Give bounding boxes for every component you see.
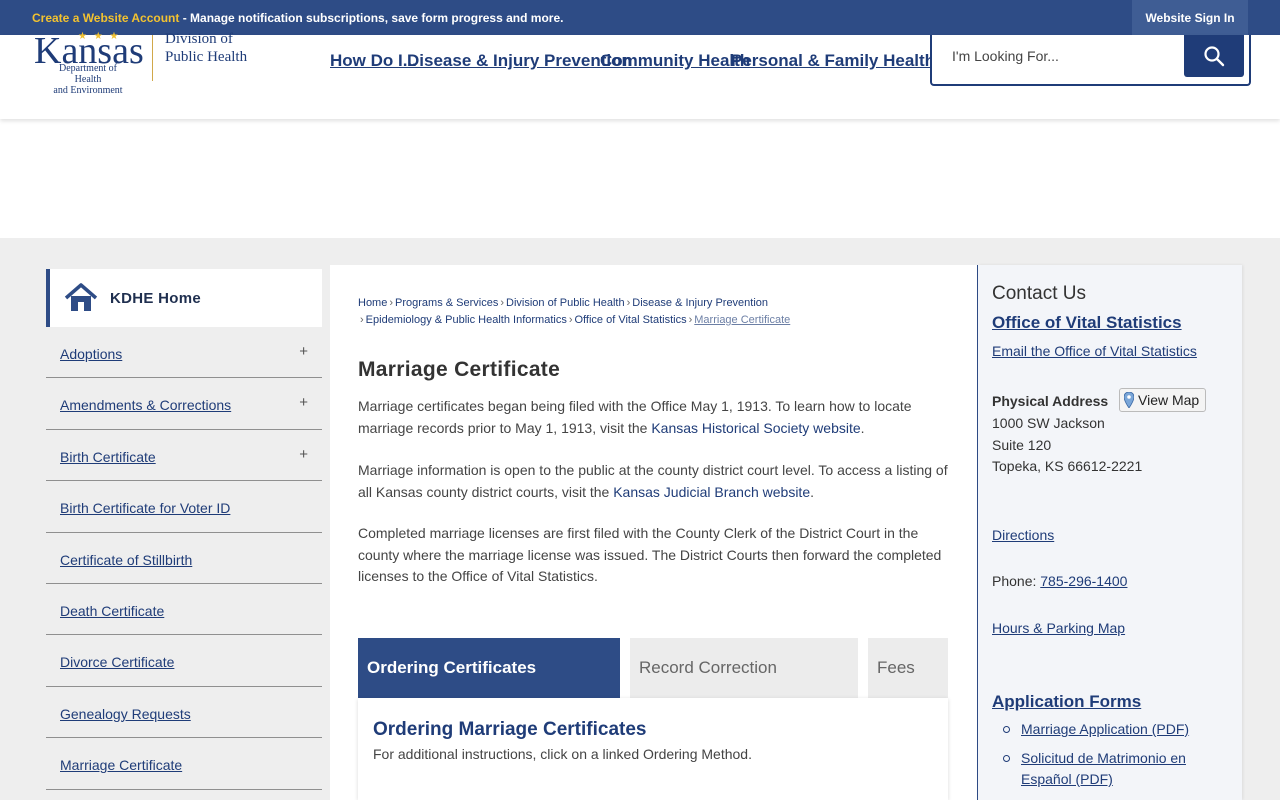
contact-heading: Contact Us xyxy=(992,283,1086,304)
breadcrumb-current[interactable]: Marriage Certificate xyxy=(694,314,790,326)
breadcrumb-home[interactable]: Home xyxy=(358,297,387,309)
sidebar-item-stillbirth[interactable]: Certificate of Stillbirth xyxy=(46,533,322,584)
breadcrumb-vital-stats[interactable]: Office of Vital Statistics xyxy=(575,314,687,326)
logo-department: Department of Health and Environment xyxy=(46,63,130,96)
breadcrumb-separator: › xyxy=(568,314,573,326)
breadcrumb-programs[interactable]: Programs & Services xyxy=(395,297,498,309)
sidebar-home-link[interactable]: KDHE Home xyxy=(46,269,322,327)
nav-disease-injury-prevention[interactable]: Disease & Injury Prevention xyxy=(407,51,632,71)
sidebar-item-label[interactable]: Divorce Certificate xyxy=(60,654,174,670)
solicitud-matrimonio-link[interactable]: Solicitud de Matrimonio en Español (PDF) xyxy=(1021,750,1186,788)
hours-parking-link[interactable]: Hours & Parking Map xyxy=(992,620,1125,636)
breadcrumb-division[interactable]: Division of Public Health xyxy=(506,297,625,309)
panel-text: For additional instructions, click on a … xyxy=(373,746,752,762)
sidebar-item-label[interactable]: Birth Certificate for Voter ID xyxy=(60,500,230,516)
breadcrumb-separator: › xyxy=(626,297,631,309)
breadcrumb-disease[interactable]: Disease & Injury Prevention xyxy=(632,297,768,309)
sidebar-item-label[interactable]: Death Certificate xyxy=(60,603,164,619)
sidebar-item-birth-certificate-voter-id[interactable]: Birth Certificate for Voter ID xyxy=(46,481,322,533)
address-label: Physical Address xyxy=(992,393,1109,409)
phone-row: Phone: 785-296-1400 xyxy=(992,573,1127,589)
paragraph-end: . xyxy=(810,483,814,500)
logo-division: Division of Public Health xyxy=(165,30,247,66)
logo-dept-line2: and Environment xyxy=(53,85,123,96)
sidebar-item-divorce-certificate[interactable]: Divorce Certificate xyxy=(46,635,322,687)
list-item: Marriage Application (PDF) xyxy=(992,719,1232,741)
breadcrumb-separator: › xyxy=(360,314,364,326)
view-map-button[interactable]: View Map xyxy=(1119,388,1206,412)
nav-personal-family-health[interactable]: Personal & Family Health xyxy=(731,51,935,71)
logo-divider xyxy=(152,35,153,81)
tab-fees[interactable]: Fees xyxy=(868,638,948,698)
expand-icon[interactable]: + xyxy=(299,343,308,360)
breadcrumb: Home › Programs & Services › Division of Pub… xyxy=(358,295,828,329)
address-line3: Topeka, KS 66612-2221 xyxy=(992,458,1143,474)
paragraph-licenses: Completed marriage licenses are first fi… xyxy=(358,525,942,584)
nav-community-health[interactable]: Community Health xyxy=(600,51,750,71)
sidebar-item-label[interactable]: Genealogy Requests xyxy=(60,706,191,722)
page-title: Marriage Certificate xyxy=(358,358,561,381)
logo-dept-line1: Department of Health xyxy=(58,63,118,85)
phone-label: Phone: xyxy=(992,573,1041,589)
sidebar-home-label: KDHE Home xyxy=(110,289,202,307)
office-link[interactable]: Office of Vital Statistics xyxy=(992,313,1182,333)
map-pin-icon xyxy=(1124,392,1134,408)
sidebar-item-label[interactable]: Adoptions xyxy=(60,346,122,362)
view-map-label: View Map xyxy=(1138,392,1200,408)
home-icon xyxy=(64,283,98,311)
sidebar-item-amendments[interactable]: Amendments & Corrections + xyxy=(46,378,322,430)
sidebar-item-birth-certificate[interactable]: Birth Certificate + xyxy=(46,430,322,482)
main-content: Home › Programs & Services › Division of Pub… xyxy=(330,265,978,800)
breadcrumb-separator: › xyxy=(389,297,394,309)
sidebar-item-label[interactable]: Birth Certificate xyxy=(60,449,156,465)
paragraph-end: . xyxy=(860,419,865,436)
sidebar-item-label[interactable]: Certificate of Stillbirth xyxy=(60,552,192,568)
site-header: ★ ★ ★ Kansas Department of Health and En… xyxy=(0,31,1280,119)
logo-division-line2: Public Health xyxy=(165,49,248,65)
phone-link[interactable]: 785-296-1400 xyxy=(1040,573,1127,589)
breadcrumb-separator: › xyxy=(688,314,693,326)
search-icon xyxy=(1204,46,1225,67)
address-line2: Suite 120 xyxy=(992,437,1052,453)
nav-how-do-i[interactable]: How Do I... xyxy=(330,51,417,71)
expand-icon[interactable]: + xyxy=(299,394,308,411)
list-item: Solicitud de Matrimonio en Español (PDF) xyxy=(992,748,1232,791)
directions-link[interactable]: Directions xyxy=(992,527,1054,543)
paragraph-courts: Marriage information is open to the publ… xyxy=(358,460,950,503)
sidebar-item-death-certificate[interactable]: Death Certificate xyxy=(46,584,322,636)
search-button[interactable] xyxy=(1184,35,1244,77)
tab-panel: Ordering Marriage Certificates For addit… xyxy=(358,698,948,800)
search-input[interactable] xyxy=(952,45,1172,67)
sidebar-item-label[interactable]: Amendments & Corrections xyxy=(60,397,231,413)
kdhe-logo[interactable]: ★ ★ ★ Kansas Department of Health and En… xyxy=(34,31,264,96)
paragraph-history: Marriage certificates began being filed … xyxy=(358,396,950,439)
sign-in-button[interactable]: Website Sign In xyxy=(1132,0,1248,35)
marriage-application-link[interactable]: Marriage Application (PDF) xyxy=(1021,721,1189,737)
account-banner-message: - Manage notification subscriptions, sav… xyxy=(179,11,564,25)
breadcrumb-separator: › xyxy=(500,297,504,309)
email-link[interactable]: Email the Office of Vital Statistics xyxy=(992,343,1197,359)
expand-icon[interactable]: + xyxy=(299,446,308,463)
application-forms-heading[interactable]: Application Forms xyxy=(992,692,1141,712)
panel-title: Ordering Marriage Certificates xyxy=(373,719,647,740)
sidebar-nav: KDHE Home Adoptions + Amendments & Corre… xyxy=(46,269,322,790)
judicial-branch-link[interactable]: Kansas Judicial Branch website xyxy=(613,484,810,500)
logo-division-line1: Division of xyxy=(165,31,233,47)
application-forms-list: Marriage Application (PDF) Solicitud de … xyxy=(992,719,1232,798)
contact-sidebar: Contact Us Office of Vital Statistics Em… xyxy=(978,265,1242,800)
sidebar-item-genealogy[interactable]: Genealogy Requests xyxy=(46,687,322,739)
sidebar-item-label[interactable]: Marriage Certificate xyxy=(60,757,182,773)
sidebar-item-adoptions[interactable]: Adoptions + xyxy=(46,327,322,379)
historical-society-link[interactable]: Kansas Historical Society website xyxy=(651,420,860,436)
breadcrumb-epidemiology[interactable]: Epidemiology & Public Health Informatics xyxy=(366,314,567,326)
create-account-link[interactable]: Create a Website Account xyxy=(32,11,179,25)
tab-list: Ordering Certificates Record Correction … xyxy=(358,638,948,698)
tab-ordering-certificates[interactable]: Ordering Certificates xyxy=(358,638,620,698)
address-line1: 1000 SW Jackson xyxy=(992,415,1105,431)
tab-record-correction[interactable]: Record Correction xyxy=(630,638,858,698)
sidebar-item-marriage-certificate[interactable]: Marriage Certificate xyxy=(46,738,322,790)
search-box xyxy=(930,35,1251,86)
account-banner: Create a Website Account - Manage notifi… xyxy=(32,11,563,25)
